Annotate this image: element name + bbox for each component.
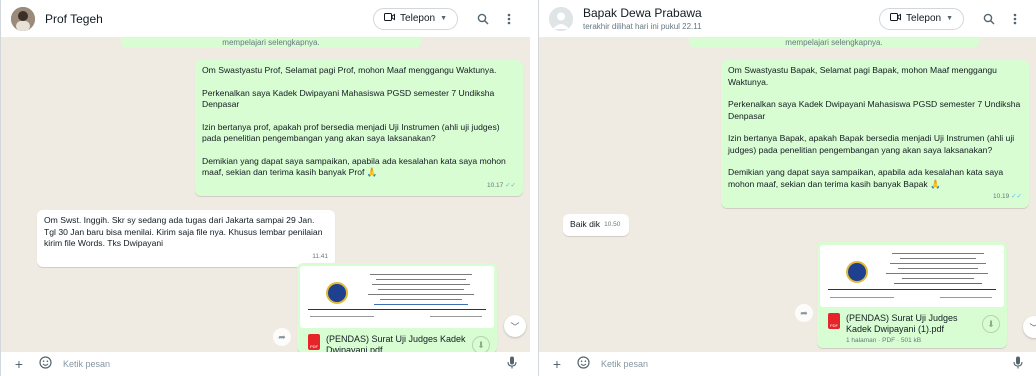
scroll-down-button[interactable]: ﹀: [504, 315, 526, 337]
message-time: 10.19: [993, 193, 1010, 200]
search-icon[interactable]: [978, 8, 1000, 30]
message-paragraph: Izin bertanya Bapak, apakah Bapak bersed…: [728, 133, 1015, 155]
chat-panel-bapak-dewa-prabawa: Bapak Dewa Prabawa terakhir dilihat hari…: [538, 0, 1036, 376]
message-paragraph: Perkenalkan saya Kadek Dwipayani Mahasis…: [728, 99, 1021, 121]
chevron-down-icon: ▼: [946, 15, 953, 22]
menu-icon[interactable]: [1004, 8, 1026, 30]
university-seal-icon: [326, 282, 348, 304]
university-seal-icon: [846, 261, 868, 283]
message-time-row: 10.17 ✓✓: [202, 180, 516, 192]
message-time: 10.50: [604, 221, 621, 228]
mic-icon[interactable]: [504, 356, 520, 372]
avatar[interactable]: [11, 6, 35, 31]
message-paragraph: Demikian yang dapat saya sampaikan, apab…: [728, 167, 1004, 189]
emoji-icon[interactable]: [575, 356, 591, 372]
message-paragraph: Om Swastyastu Prof, Selamat pagi Prof, m…: [202, 65, 497, 75]
document-message[interactable]: PDF (PENDAS) Surat Uji Judges Kadek Dwip…: [817, 242, 1007, 348]
forward-icon[interactable]: ➦: [273, 328, 291, 346]
mic-icon[interactable]: [1010, 356, 1026, 372]
avatar[interactable]: [549, 6, 573, 31]
message-composer: + Ketik pesan: [1, 352, 530, 376]
document-thumbnail[interactable]: [820, 245, 1004, 307]
call-button[interactable]: Telepon ▼: [879, 7, 964, 30]
menu-icon[interactable]: [498, 8, 520, 30]
previous-message-tail: mempelajari selengkapnya.: [689, 38, 979, 48]
avatar-photo-icon: [11, 6, 35, 31]
pdf-file-icon: PDF: [828, 313, 840, 329]
search-icon[interactable]: [472, 8, 494, 30]
call-button[interactable]: Telepon ▼: [373, 7, 458, 30]
call-label: Telepon: [906, 13, 942, 24]
read-receipt-icon: ✓✓: [1011, 193, 1022, 200]
document-thumbnail[interactable]: [300, 266, 494, 328]
chat-header: Bapak Dewa Prabawa terakhir dilihat hari…: [539, 0, 1036, 38]
incoming-message[interactable]: Om Swst. Inggih. Skr sy sedang ada tugas…: [37, 210, 335, 267]
scroll-down-button[interactable]: ﹀: [1023, 316, 1036, 338]
plus-icon[interactable]: +: [549, 356, 565, 372]
previous-message-tail: mempelajari selengkapnya.: [121, 38, 421, 48]
chevron-down-icon: ﹀: [1029, 321, 1036, 334]
contact-name[interactable]: Prof Tegeh: [45, 12, 373, 26]
plus-icon[interactable]: +: [11, 356, 27, 372]
default-avatar-icon: [549, 6, 573, 31]
outgoing-message[interactable]: Om Swastyastu Prof, Selamat pagi Prof, m…: [195, 60, 523, 196]
chevron-down-icon: ﹀: [510, 321, 520, 332]
document-name: (PENDAS) Surat Uji Judges Kadek Dwipayan…: [846, 313, 958, 334]
incoming-message[interactable]: Baik dik 10.50: [563, 214, 629, 236]
pdf-file-icon: PDF: [308, 334, 320, 350]
message-text: Baik dik: [570, 219, 601, 229]
document-meta: 1 halaman · PDF · 501 kB: [846, 337, 922, 344]
download-icon[interactable]: ⬇: [982, 315, 1000, 333]
message-paragraph: Demikian yang dapat saya sampaikan, apab…: [202, 155, 506, 178]
message-text: Om Swst. Inggih. Skr sy sedang ada tugas…: [44, 215, 323, 248]
last-seen-status: terakhir dilihat hari ini pukul 22.11: [583, 22, 702, 31]
message-paragraph: Perkenalkan saya Kadek Dwipayani Mahasis…: [202, 87, 495, 110]
video-icon: [384, 13, 396, 24]
call-label: Telepon: [400, 13, 436, 24]
document-message[interactable]: PDF (PENDAS) Surat Uji Judges Kadek Dwip…: [297, 263, 497, 355]
message-input[interactable]: Ketik pesan: [601, 359, 1000, 369]
outgoing-message[interactable]: Om Swastyastu Bapak, Selamat pagi Bapak,…: [721, 60, 1029, 208]
message-paragraph: Om Swastyastu Bapak, Selamat pagi Bapak,…: [728, 65, 997, 87]
message-time-row: 10.19 ✓✓: [728, 191, 1022, 203]
chat-header: Prof Tegeh Telepon ▼: [1, 0, 530, 38]
message-time: 11.41: [312, 252, 328, 260]
read-receipt-icon: ✓✓: [505, 181, 516, 189]
forward-icon[interactable]: ➦: [795, 304, 813, 322]
message-input[interactable]: Ketik pesan: [63, 359, 494, 369]
chat-panel-prof-tegeh: Prof Tegeh Telepon ▼ mempelajari selengk…: [0, 0, 530, 376]
message-time: 10.17: [487, 181, 504, 189]
emoji-icon[interactable]: [37, 356, 53, 372]
message-composer: + Ketik pesan: [539, 352, 1036, 376]
contact-name[interactable]: Bapak Dewa Prabawa: [583, 6, 879, 20]
video-icon: [890, 13, 902, 24]
message-paragraph: Izin bertanya prof, apakah prof bersedia…: [202, 121, 500, 144]
chevron-down-icon: ▼: [440, 15, 447, 22]
